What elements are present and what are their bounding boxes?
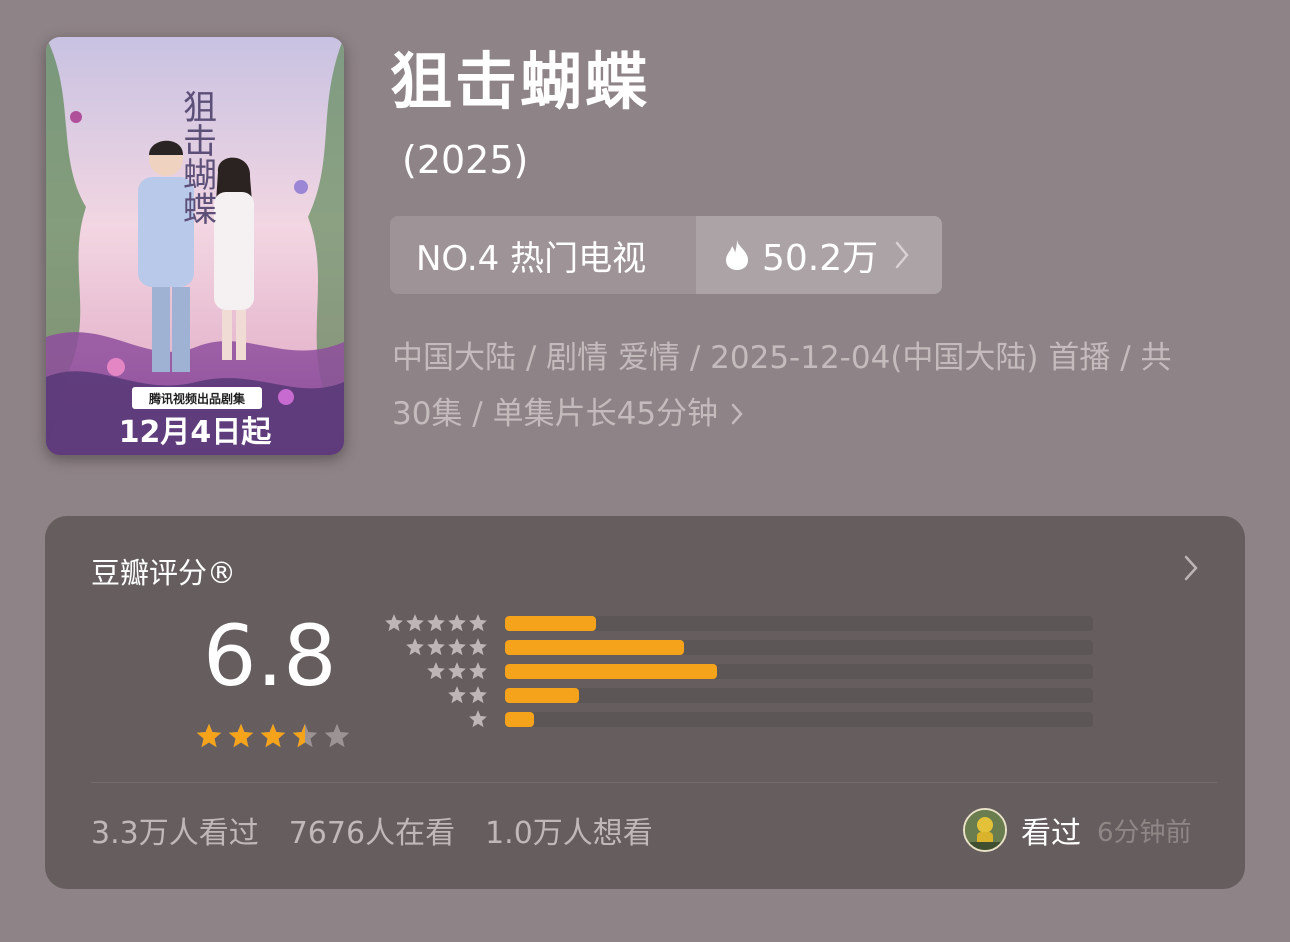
audience-stats: 3.3万人看过 7676人在看 1.0万人想看 (91, 808, 653, 852)
divider (91, 782, 1217, 783)
distribution-stars-2 (447, 685, 488, 705)
watching-count[interactable]: 7676人在看 (289, 808, 455, 852)
distribution-bar-4 (505, 640, 685, 655)
star-icon (406, 638, 424, 655)
distribution-bar-track (505, 688, 1093, 703)
distribution-bar-2 (505, 688, 579, 703)
star-icon (469, 662, 487, 679)
distribution-bar-1 (505, 712, 535, 727)
ranking-banner[interactable]: NO.4 热门电视 50.2万 (390, 216, 942, 294)
poster-release-date: 12月4日起 (119, 415, 273, 450)
heat-value: 50.2万 (762, 238, 879, 279)
star-icon (427, 662, 445, 679)
rating-header: 豆瓣评分® (91, 556, 237, 590)
watched-count[interactable]: 3.3万人看过 (91, 808, 259, 852)
distribution-bar-5 (505, 616, 597, 631)
star-icon (469, 614, 487, 631)
distribution-bar-track (505, 616, 1093, 631)
star-icon (427, 614, 445, 631)
distribution-bar-3 (505, 664, 717, 679)
chevron-right-icon (895, 241, 909, 269)
star-icon (427, 638, 445, 655)
star-icon (448, 638, 466, 655)
star-icon (469, 686, 487, 703)
want-count[interactable]: 1.0万人想看 (485, 808, 653, 852)
poster-badge: 腾讯视频出品剧集 (148, 391, 246, 406)
chevron-right-icon (731, 403, 743, 425)
distribution-stars-3 (426, 661, 488, 681)
star-icon (448, 662, 466, 679)
star-icon (406, 614, 424, 631)
poster-title-art: 狙击蝴蝶 (178, 89, 216, 225)
poster-image[interactable]: 狙击蝴蝶 腾讯视频出品剧集 12月4日起 (46, 37, 344, 455)
star-icon (448, 614, 466, 631)
flame-icon (726, 240, 748, 270)
show-title: 狙击蝴蝶 (390, 45, 651, 118)
distribution-bar-track (505, 712, 1093, 727)
show-year: (2025) (402, 138, 529, 182)
rating-score: 6.8 (203, 607, 337, 705)
chevron-right-icon[interactable] (1183, 554, 1199, 582)
star-icon (324, 723, 350, 748)
distribution-stars-1 (468, 709, 488, 729)
meta-line-2: 30集 / 单集片长45分钟 (392, 396, 719, 432)
avatar[interactable] (963, 808, 1007, 852)
my-status[interactable]: 看过 6分钟前 (963, 808, 1192, 852)
star-icon (260, 723, 286, 748)
show-meta[interactable]: 中国大陆 / 剧情 爱情 / 2025-12-04(中国大陆) 首播 / 共 3… (392, 330, 1222, 442)
star-icon (469, 710, 487, 727)
my-status-label: 看过 (1021, 816, 1081, 851)
distribution-stars-4 (405, 637, 488, 657)
my-status-time: 6分钟前 (1097, 817, 1192, 848)
star-icon (469, 638, 487, 655)
distribution-bar-track (505, 640, 1093, 655)
star-icon (228, 723, 254, 748)
star-icon (196, 723, 222, 748)
star-icon (448, 686, 466, 703)
rating-stars (195, 722, 351, 750)
heat-button[interactable]: 50.2万 (696, 216, 942, 294)
meta-line-2-wrap: 30集 / 单集片长45分钟 (392, 386, 1222, 442)
rating-card[interactable]: 豆瓣评分® 6.8 3.3万人看过 7676人在看 1.0万人想看 看过 6分钟… (45, 516, 1245, 889)
distribution-bar-track (505, 664, 1093, 679)
rank-label[interactable]: NO.4 热门电视 (390, 216, 696, 294)
distribution-stars-5 (384, 613, 488, 633)
star-icon (292, 723, 318, 748)
star-icon (385, 614, 403, 631)
meta-line-1: 中国大陆 / 剧情 爱情 / 2025-12-04(中国大陆) 首播 / 共 (392, 340, 1172, 376)
